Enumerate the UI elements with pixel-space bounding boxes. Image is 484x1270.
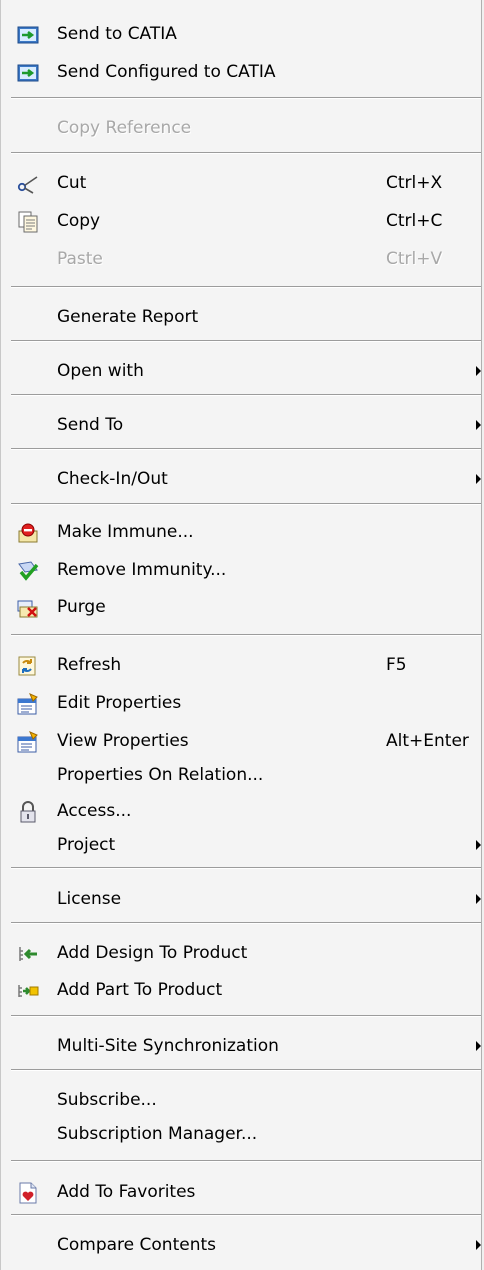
properties-icon	[17, 731, 39, 753]
menu-separator	[11, 1214, 481, 1216]
menu-item-paste[interactable]: Paste Ctrl+V	[1, 242, 483, 276]
menu-separator	[11, 394, 481, 396]
submenu-arrow-icon	[476, 366, 481, 376]
menu-item-label: Refresh	[57, 655, 122, 675]
menu-separator	[11, 867, 481, 869]
menu-item-label: Subscribe...	[57, 1090, 157, 1110]
submenu-arrow-icon	[476, 1041, 481, 1051]
menu-item-label: Access...	[57, 801, 132, 821]
menu-item-send-configured-to-catia[interactable]: Send Configured to CATIA	[1, 55, 483, 89]
remove-immunity-icon	[17, 560, 39, 582]
menu-item-label: License	[57, 889, 122, 909]
menu-item-properties-on-relation[interactable]: Properties On Relation...	[1, 758, 483, 792]
menu-item-label: Add Part To Product	[57, 980, 223, 1000]
menu-item-send-to-catia[interactable]: Send to CATIA	[1, 17, 483, 51]
menu-item-label: Compare Contents	[57, 1235, 216, 1255]
menu-separator	[11, 448, 481, 450]
send-to-catia-icon	[17, 24, 39, 46]
lock-icon	[17, 801, 39, 823]
menu-item-label: Generate Report	[57, 307, 199, 327]
menu-item-label: Edit Properties	[57, 693, 182, 713]
menu-item-refresh[interactable]: Refresh F5	[1, 648, 483, 682]
menu-item-make-immune[interactable]: Make Immune...	[1, 515, 483, 549]
menu-item-compare-contents[interactable]: Compare Contents	[1, 1228, 483, 1262]
menu-item-multi-site-synchronization[interactable]: Multi-Site Synchronization	[1, 1029, 483, 1063]
menu-item-label: Add Design To Product	[57, 943, 248, 963]
menu-item-shortcut: Alt+Enter	[386, 731, 469, 751]
menu-item-add-design-to-product[interactable]: Add Design To Product	[1, 936, 483, 970]
submenu-arrow-icon	[476, 420, 481, 430]
menu-item-purge[interactable]: Purge	[1, 590, 483, 624]
menu-item-subscription-manager[interactable]: Subscription Manager...	[1, 1117, 483, 1151]
menu-item-label: Copy	[57, 211, 101, 231]
menu-item-label: Subscription Manager...	[57, 1124, 258, 1144]
menu-item-subscribe[interactable]: Subscribe...	[1, 1083, 483, 1117]
menu-separator	[11, 1069, 481, 1071]
menu-item-generate-report[interactable]: Generate Report	[1, 300, 483, 334]
menu-item-send-to[interactable]: Send To	[1, 408, 483, 442]
menu-item-check-in-out[interactable]: Check-In/Out	[1, 462, 483, 496]
menu-item-label: Open with	[57, 361, 144, 381]
menu-separator	[11, 503, 481, 505]
menu-item-copy-reference[interactable]: Copy Reference	[1, 111, 483, 145]
refresh-icon	[17, 655, 39, 677]
menu-item-label: View Properties	[57, 731, 189, 751]
menu-item-add-to-favorites[interactable]: Add To Favorites	[1, 1175, 483, 1209]
menu-item-project[interactable]: Project	[1, 828, 483, 862]
copy-icon	[17, 211, 39, 233]
scissors-icon	[17, 173, 39, 195]
menu-separator	[11, 286, 481, 288]
menu-item-add-part-to-product[interactable]: Add Part To Product	[1, 973, 483, 1007]
add-part-icon	[17, 980, 39, 1002]
make-immune-icon	[17, 522, 39, 544]
submenu-arrow-icon	[476, 1240, 481, 1250]
menu-separator	[11, 97, 481, 99]
menu-item-copy[interactable]: Copy Ctrl+C	[1, 204, 483, 238]
menu-item-label: Copy Reference	[57, 118, 192, 138]
menu-item-label: Send Configured to CATIA	[57, 62, 276, 82]
properties-icon	[17, 693, 39, 715]
menu-item-shortcut: Ctrl+C	[386, 211, 443, 231]
submenu-arrow-icon	[476, 894, 481, 904]
menu-item-view-properties[interactable]: View Properties Alt+Enter	[1, 724, 483, 758]
add-design-icon	[17, 943, 39, 965]
menu-item-label: Send To	[57, 415, 124, 435]
menu-item-cut[interactable]: Cut Ctrl+X	[1, 166, 483, 200]
favorites-icon	[17, 1182, 39, 1204]
menu-item-shortcut: Ctrl+V	[386, 249, 443, 269]
menu-item-shortcut: F5	[386, 655, 407, 675]
menu-item-label: Project	[57, 835, 116, 855]
submenu-arrow-icon	[476, 840, 481, 850]
menu-separator	[11, 634, 481, 636]
menu-separator	[11, 1160, 481, 1162]
menu-separator	[11, 152, 481, 154]
menu-item-remove-immunity[interactable]: Remove Immunity...	[1, 553, 483, 587]
send-configured-to-catia-icon	[17, 62, 39, 84]
menu-item-label: Check-In/Out	[57, 469, 168, 489]
menu-item-label: Make Immune...	[57, 522, 194, 542]
menu-item-label: Properties On Relation...	[57, 765, 264, 785]
submenu-arrow-icon	[476, 474, 481, 484]
menu-item-label: Remove Immunity...	[57, 560, 227, 580]
menu-item-edit-properties[interactable]: Edit Properties	[1, 686, 483, 720]
menu-separator	[11, 922, 481, 924]
menu-item-shortcut: Ctrl+X	[386, 173, 443, 193]
menu-separator	[11, 1015, 481, 1017]
menu-item-open-with[interactable]: Open with	[1, 354, 483, 388]
menu-item-label: Paste	[57, 249, 103, 269]
menu-item-license[interactable]: License	[1, 882, 483, 916]
menu-item-label: Cut	[57, 173, 87, 193]
menu-item-label: Add To Favorites	[57, 1182, 196, 1202]
menu-item-access[interactable]: Access...	[1, 794, 483, 828]
menu-item-label: Purge	[57, 597, 106, 617]
purge-icon	[17, 597, 39, 619]
menu-item-label: Send to CATIA	[57, 24, 177, 44]
menu-separator	[11, 340, 481, 342]
context-menu: Send to CATIA Send Configured to CATIA C…	[0, 0, 482, 1270]
menu-item-label: Multi-Site Synchronization	[57, 1036, 279, 1056]
